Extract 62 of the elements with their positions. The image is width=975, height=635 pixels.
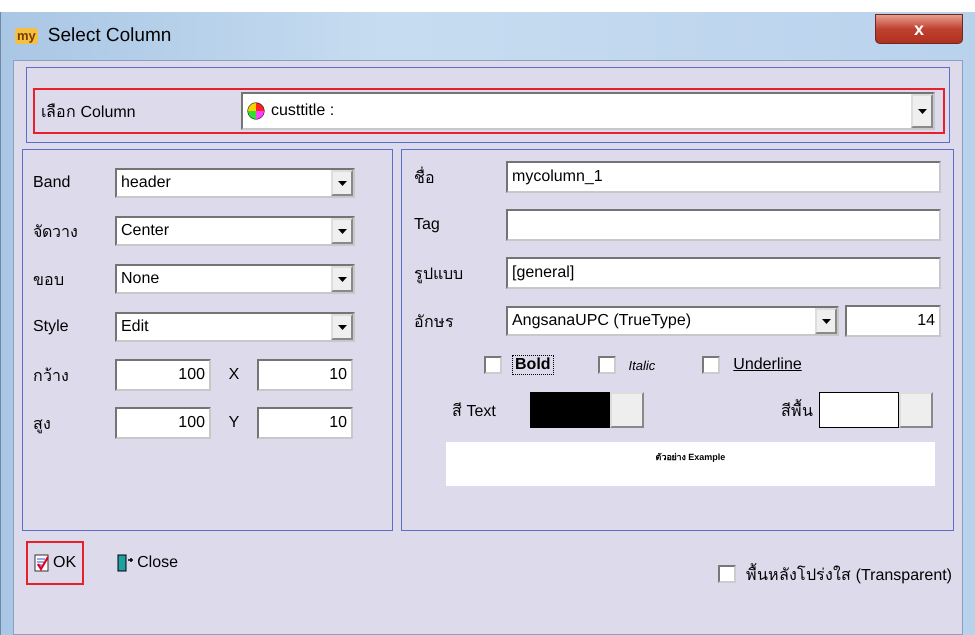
checkbox[interactable] xyxy=(484,356,502,374)
dropdown[interactable]: Edit xyxy=(115,312,355,342)
color-picker-button[interactable] xyxy=(899,392,933,428)
caret-icon xyxy=(338,228,346,234)
field-label: ขอบ xyxy=(33,270,65,290)
preview-text: ตัวอย่าง Example xyxy=(656,452,726,462)
checkbox-label: Underline xyxy=(732,355,803,375)
dropdown-arrow-button[interactable] xyxy=(331,218,353,244)
checked-document-icon xyxy=(34,554,50,572)
field-label: จัดวาง xyxy=(33,222,79,242)
color-picker-button[interactable] xyxy=(610,392,644,428)
field-label: กว้าง xyxy=(33,366,70,386)
dropdown-arrow-button[interactable] xyxy=(331,266,353,292)
checkbox-label: Bold xyxy=(512,355,554,375)
field-label: X xyxy=(228,366,240,384)
close-button[interactable]: x xyxy=(875,14,963,44)
caret-icon xyxy=(338,324,346,330)
input-field[interactable]: [general] xyxy=(506,257,941,289)
dropdown[interactable]: None xyxy=(115,264,355,294)
ok-button[interactable]: OK xyxy=(26,541,84,585)
color-swatch[interactable] xyxy=(530,392,610,428)
input-field[interactable]: mycolumn_1 xyxy=(506,161,941,193)
dropdown-arrow-button[interactable] xyxy=(331,314,353,340)
dropdown[interactable]: header xyxy=(115,168,355,198)
input-field[interactable]: 14 xyxy=(845,305,941,337)
caret-icon xyxy=(918,108,926,114)
input-field[interactable] xyxy=(506,209,941,241)
close-button[interactable]: Close xyxy=(108,541,186,585)
checkbox[interactable] xyxy=(718,565,736,583)
dropdown-arrow-button[interactable] xyxy=(331,170,353,196)
checkbox[interactable] xyxy=(702,356,720,374)
dropdown[interactable]: AngsanaUPC (TrueType) xyxy=(506,306,839,336)
dropdown-arrow-button[interactable] xyxy=(815,308,837,334)
field-label: สีพื้น xyxy=(781,398,813,422)
field-label: สี Text xyxy=(452,401,496,422)
field-label: อักษร xyxy=(414,312,455,332)
field-label: Y xyxy=(228,414,240,432)
field-label: เลือก Column xyxy=(41,102,137,122)
checkbox[interactable] xyxy=(598,356,616,374)
field-label: ชื่อ xyxy=(414,164,506,190)
input-field[interactable]: 10 xyxy=(257,359,353,391)
caret-icon xyxy=(338,276,346,282)
field-label: Tag xyxy=(414,216,441,234)
field-label: สูง xyxy=(33,414,52,436)
input-field[interactable]: 100 xyxy=(115,407,211,439)
column-dropdown[interactable]: custtitle : xyxy=(241,92,935,130)
checkbox-label: Italic xyxy=(628,356,656,374)
checkbox-label: พื้นหลังโปร่งใส (Transparent) xyxy=(746,562,952,586)
color-swatch[interactable] xyxy=(819,392,899,428)
dropdown[interactable]: Center xyxy=(115,216,355,246)
field-label: รูปแบบ xyxy=(414,264,464,286)
field-label: Band xyxy=(33,174,72,192)
caret-icon xyxy=(338,180,346,186)
window-title: Select Column xyxy=(48,25,172,47)
dropdown-arrow-button[interactable] xyxy=(911,94,933,128)
door-exit-icon xyxy=(116,554,134,572)
caret-icon xyxy=(822,318,830,324)
field-label: Style xyxy=(33,318,70,336)
input-field[interactable]: 100 xyxy=(115,359,211,391)
input-field[interactable]: 10 xyxy=(257,407,353,439)
color-wheel-icon xyxy=(247,102,265,120)
app-logo-icon: my xyxy=(15,28,38,44)
